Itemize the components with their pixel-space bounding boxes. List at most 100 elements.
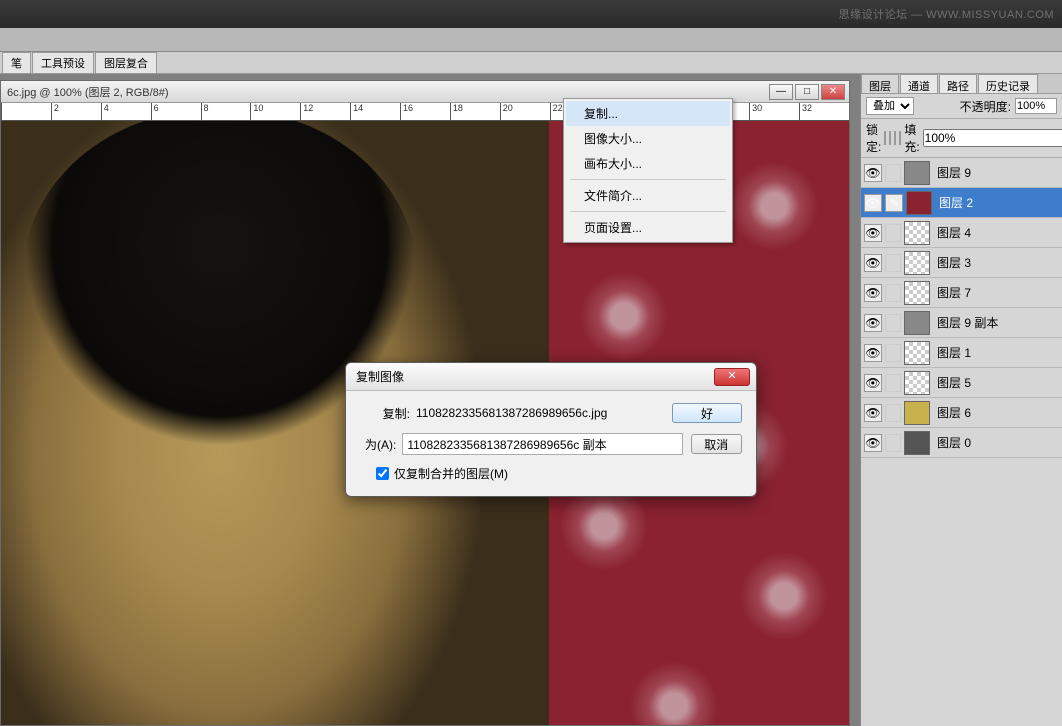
visibility-toggle[interactable]: 👁 [864,224,882,242]
layer-name[interactable]: 图层 9 [933,164,971,181]
context-menu-item[interactable]: 页面设置... [566,215,730,240]
layer-row[interactable]: 👁 图层 0 [861,428,1062,458]
visibility-toggle[interactable]: 👁 [864,374,882,392]
as-input[interactable] [402,433,682,455]
lock-all-icon[interactable] [899,131,901,145]
fill-input[interactable] [923,129,1062,147]
context-menu-item[interactable]: 图像大小... [566,126,730,151]
ruler-tick: 8 [201,103,251,120]
lock-transparency-icon[interactable] [884,131,886,145]
ruler-tick: 2 [51,103,101,120]
duplicate-image-dialog: 复制图像 ✕ 复制: 11082823356813872869896​56c.j… [345,362,757,497]
layer-thumbnail[interactable] [904,431,930,455]
ruler-tick: 14 [350,103,400,120]
secondary-tab[interactable]: 笔 [2,52,31,73]
layer-thumbnail[interactable] [904,311,930,335]
lock-pixels-icon[interactable] [889,131,891,145]
window-buttons: — □ ✕ [769,84,849,100]
visibility-toggle[interactable]: 👁 [864,254,882,272]
layer-name[interactable]: 图层 9 副本 [933,314,998,331]
visibility-toggle[interactable]: 👁 [864,314,882,332]
layer-row[interactable]: 👁 图层 1 [861,338,1062,368]
panel-tab[interactable]: 图层 [861,74,899,93]
layer-thumbnail[interactable] [904,371,930,395]
menu-separator [570,179,726,180]
merge-checkbox[interactable] [376,467,389,480]
link-slot[interactable] [885,164,901,182]
fill-label: 填充: [904,121,919,155]
secondary-tab[interactable]: 工具预设 [32,52,94,73]
link-slot[interactable] [885,404,901,422]
layer-row[interactable]: 👁 图层 5 [861,368,1062,398]
context-menu-item[interactable]: 画布大小... [566,151,730,176]
layer-name[interactable]: 图层 7 [933,284,971,301]
panel-tab[interactable]: 通道 [900,74,938,93]
secondary-tab[interactable]: 图层复合 [95,52,157,73]
layer-name[interactable]: 图层 6 [933,404,971,421]
secondary-tab-row: 笔工具预设图层复合 [0,52,1062,74]
layer-thumbnail[interactable] [904,341,930,365]
layer-row[interactable]: 👁 图层 9 副本 [861,308,1062,338]
layer-thumbnail[interactable] [904,251,930,275]
lock-row: 锁定: 填充: [861,119,1062,158]
layer-row[interactable]: 👁 图层 3 [861,248,1062,278]
layer-thumbnail[interactable] [904,281,930,305]
panel-tab[interactable]: 路径 [939,74,977,93]
watermark-text: 思缘设计论坛 — WWW.MISSYUAN.COM [839,6,1054,22]
opacity-input[interactable] [1015,98,1057,114]
layer-row[interactable]: 👁✎ 图层 2 [861,188,1062,218]
watermark-bar: 思缘设计论坛 — WWW.MISSYUAN.COM [0,0,1062,28]
visibility-toggle[interactable]: 👁 [864,344,882,362]
layer-name[interactable]: 图层 0 [933,434,971,451]
visibility-toggle[interactable]: 👁 [864,194,882,212]
layer-row[interactable]: 👁 图层 4 [861,218,1062,248]
context-menu-item[interactable]: 文件简介... [566,183,730,208]
layer-name[interactable]: 图层 1 [933,344,971,361]
layer-thumbnail[interactable] [904,221,930,245]
layer-row[interactable]: 👁 图层 9 [861,158,1062,188]
ruler-tick: 16 [400,103,450,120]
panel-tab[interactable]: 历史记录 [978,74,1038,93]
context-menu[interactable]: 复制...图像大小...画布大小... 文件简介... 页面设置... [563,98,733,243]
link-slot[interactable] [885,254,901,272]
layer-thumbnail[interactable] [906,191,932,215]
link-slot[interactable] [885,434,901,452]
copy-label: 复制: [360,405,416,422]
layer-name[interactable]: 图层 5 [933,374,971,391]
link-slot[interactable] [885,284,901,302]
link-slot[interactable] [885,314,901,332]
layer-name[interactable]: 图层 4 [933,224,971,241]
close-button[interactable]: ✕ [821,84,845,100]
ruler-tick: 6 [151,103,201,120]
layer-thumbnail[interactable] [904,401,930,425]
context-menu-item[interactable]: 复制... [566,101,730,126]
layer-row[interactable]: 👁 图层 7 [861,278,1062,308]
dialog-close-button[interactable]: ✕ [714,368,750,386]
layer-name[interactable]: 图层 3 [933,254,971,271]
cancel-button[interactable]: 取消 [691,434,742,454]
minimize-button[interactable]: — [769,84,793,100]
layer-row[interactable]: 👁 图层 6 [861,398,1062,428]
link-slot[interactable]: ✎ [885,194,903,212]
lock-label: 锁定: [866,121,881,155]
link-slot[interactable] [885,224,901,242]
link-slot[interactable] [885,374,901,392]
visibility-toggle[interactable]: 👁 [864,404,882,422]
dialog-body: 复制: 11082823356813872869896​56c.jpg 好 为(… [346,391,756,496]
link-slot[interactable] [885,344,901,362]
ruler-tick: 30 [749,103,799,120]
blend-mode-select[interactable]: 叠加 [866,97,914,115]
ok-button[interactable]: 好 [672,403,742,423]
visibility-toggle[interactable]: 👁 [864,164,882,182]
maximize-button[interactable]: □ [795,84,819,100]
menu-separator [570,211,726,212]
layers-panel: 图层通道路径历史记录 叠加 不透明度: 锁定: 填充: 👁图层 9👁✎图层 2👁… [860,74,1062,726]
dialog-titlebar[interactable]: 复制图像 ✕ [346,363,756,391]
visibility-toggle[interactable]: 👁 [864,434,882,452]
merge-checkbox-row[interactable]: 仅复制合并的图层(M) [360,465,742,482]
layer-name[interactable]: 图层 2 [935,194,973,211]
layer-thumbnail[interactable] [904,161,930,185]
visibility-toggle[interactable]: 👁 [864,284,882,302]
lock-position-icon[interactable] [894,131,896,145]
ruler-tick [1,103,51,120]
